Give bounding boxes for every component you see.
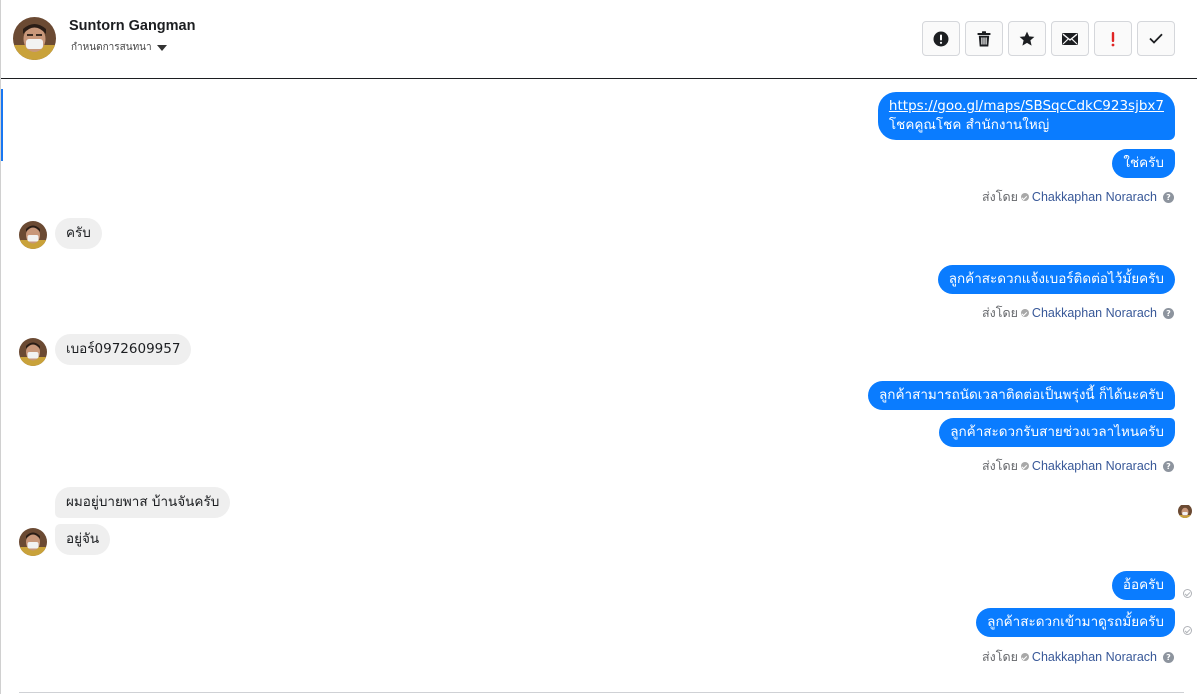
help-icon[interactable]: ? bbox=[1163, 307, 1174, 319]
contact-name[interactable]: Suntorn Gangman bbox=[69, 18, 195, 34]
sent-by-prefix: ส่งโดย bbox=[982, 459, 1018, 473]
map-link[interactable]: https://goo.gl/maps/SBSqcCdkC923sjbx7 bbox=[889, 98, 1164, 114]
message-text: โชคคูณโชค สำนักงานใหญ่ bbox=[888, 117, 1050, 133]
message-text: อยู่จัน bbox=[66, 531, 100, 547]
message-text: อ้อครับ bbox=[1122, 577, 1164, 593]
help-icon[interactable]: ? bbox=[1163, 460, 1174, 472]
conversation-status-label: กำหนดการสนทนา bbox=[71, 42, 152, 53]
star-button[interactable] bbox=[1008, 21, 1046, 56]
mark-unread-button[interactable] bbox=[1051, 21, 1089, 56]
sent-by-line: ส่งโดย Chakkaphan Norarach ? bbox=[982, 647, 1174, 667]
incoming-message-bubble[interactable]: เบอร์0972609957 bbox=[55, 334, 192, 365]
message-text: ครับ bbox=[66, 225, 91, 241]
message-text: ลูกค้าสามารถนัดเวลาติดต่อเป็นพรุ่งนี้ ก็… bbox=[879, 387, 1164, 403]
priority-button[interactable] bbox=[1094, 21, 1132, 56]
sent-by-line: ส่งโดย Chakkaphan Norarach ? bbox=[982, 187, 1174, 207]
agent-name[interactable]: Chakkaphan Norarach bbox=[1032, 190, 1157, 204]
conversation-toolbar bbox=[922, 21, 1175, 56]
message-text: ลูกค้าสะดวกเข้ามาดูรถมั้ยครับ bbox=[987, 614, 1164, 630]
help-icon[interactable]: ? bbox=[1163, 651, 1174, 663]
contact-avatar[interactable] bbox=[13, 17, 56, 60]
incoming-message-bubble[interactable]: อยู่จัน bbox=[55, 524, 111, 555]
check-badge-icon bbox=[1020, 653, 1029, 661]
outgoing-message-bubble[interactable]: อ้อครับ bbox=[1111, 571, 1175, 600]
agent-name[interactable]: Chakkaphan Norarach bbox=[1032, 650, 1157, 664]
sent-by-line: ส่งโดย Chakkaphan Norarach ? bbox=[982, 303, 1174, 323]
conversation-status-dropdown[interactable]: กำหนดการสนทนา bbox=[71, 40, 167, 55]
check-badge-icon bbox=[1020, 193, 1029, 201]
conversation-header: Suntorn Gangman กำหนดการสนทนา bbox=[1, 0, 1197, 79]
sent-by-line: ส่งโดย Chakkaphan Norarach ? bbox=[982, 456, 1174, 476]
conversation-panel: Suntorn Gangman กำหนดการสนทนา https://go… bbox=[0, 0, 1197, 694]
star-icon bbox=[1019, 31, 1035, 46]
outgoing-message-bubble[interactable]: ลูกค้าสามารถนัดเวลาติดต่อเป็นพรุ่งนี้ ก็… bbox=[868, 381, 1175, 410]
message-text: เบอร์0972609957 bbox=[66, 341, 181, 357]
delete-button[interactable] bbox=[965, 21, 1003, 56]
check-badge-icon bbox=[1020, 462, 1029, 470]
sent-by-prefix: ส่งโดย bbox=[982, 190, 1018, 204]
sent-status-icon bbox=[1183, 589, 1192, 598]
outgoing-message-bubble[interactable]: ใช่ครับ bbox=[1112, 149, 1175, 178]
incoming-message-bubble[interactable]: ผมอยู่บายพาส บ้านจันครับ bbox=[55, 487, 231, 518]
composer-divider bbox=[19, 692, 1184, 693]
contact-avatar-small[interactable] bbox=[19, 528, 47, 556]
incoming-message-bubble[interactable]: ครับ bbox=[55, 218, 102, 249]
outgoing-message-bubble[interactable]: ลูกค้าสะดวกรับสายช่วงเวลาไหนครับ bbox=[939, 418, 1175, 447]
sent-status-icon bbox=[1183, 626, 1192, 635]
caret-down-icon bbox=[156, 44, 167, 51]
agent-name[interactable]: Chakkaphan Norarach bbox=[1032, 459, 1157, 473]
message-text: ใช่ครับ bbox=[1123, 155, 1164, 171]
agent-name[interactable]: Chakkaphan Norarach bbox=[1032, 306, 1157, 320]
outgoing-message-bubble[interactable]: ลูกค้าสะดวกแจ้งเบอร์ติดต่อไว้มั้ยครับ bbox=[937, 265, 1175, 294]
exclamation-icon bbox=[1111, 31, 1115, 46]
active-indicator bbox=[1, 89, 3, 161]
envelope-icon bbox=[1062, 32, 1078, 45]
alert-circle-icon bbox=[933, 31, 949, 46]
contact-avatar-small[interactable] bbox=[19, 338, 47, 366]
outgoing-message-bubble[interactable]: https://goo.gl/maps/SBSqcCdkC923sjbx7 โช… bbox=[877, 92, 1175, 140]
sent-by-prefix: ส่งโดย bbox=[982, 650, 1018, 664]
mark-done-button[interactable] bbox=[1137, 21, 1175, 56]
outgoing-message-bubble[interactable]: ลูกค้าสะดวกเข้ามาดูรถมั้ยครับ bbox=[976, 608, 1175, 637]
spam-button[interactable] bbox=[922, 21, 960, 56]
check-badge-icon bbox=[1020, 309, 1029, 317]
message-text: ลูกค้าสะดวกรับสายช่วงเวลาไหนครับ bbox=[950, 424, 1164, 440]
seen-by-avatar bbox=[1178, 504, 1192, 518]
trash-icon bbox=[977, 30, 991, 46]
checkmark-icon bbox=[1149, 33, 1163, 44]
help-icon[interactable]: ? bbox=[1163, 191, 1174, 203]
contact-avatar-small[interactable] bbox=[19, 221, 47, 249]
sent-by-prefix: ส่งโดย bbox=[982, 306, 1018, 320]
message-text: ลูกค้าสะดวกแจ้งเบอร์ติดต่อไว้มั้ยครับ bbox=[948, 271, 1164, 287]
message-text: ผมอยู่บายพาส บ้านจันครับ bbox=[66, 494, 220, 510]
